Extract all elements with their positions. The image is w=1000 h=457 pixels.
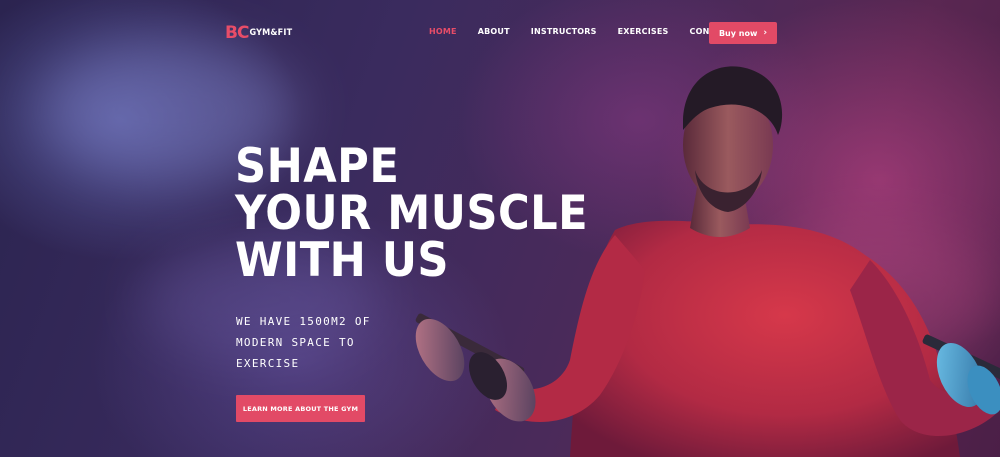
headline-line: SHAPE: [235, 139, 400, 194]
top-navbar: BC GYM&FIT HOME ABOUT INSTRUCTORS EXERCI…: [0, 0, 1000, 64]
buy-now-button[interactable]: Buy now ›: [709, 22, 777, 44]
hero-headline: SHAPE YOUR MUSCLE WITH US: [235, 139, 589, 288]
subtitle-line: MODERN SPACE TO: [236, 336, 355, 349]
hero-subtitle: WE HAVE 1500M2 OF MODERN SPACE TO EXERCI…: [236, 311, 396, 374]
buy-now-label: Buy now: [718, 28, 758, 38]
main-menu: HOME ABOUT INSTRUCTORS EXERCISES CONTACT: [429, 27, 754, 36]
nav-link-exercises[interactable]: EXERCISES: [618, 27, 669, 36]
nav-link-about[interactable]: ABOUT: [478, 27, 510, 36]
hero-section: BC GYM&FIT HOME ABOUT INSTRUCTORS EXERCI…: [0, 0, 1000, 457]
brand-logo[interactable]: BC GYM&FIT: [225, 23, 292, 43]
chevron-right-icon: ›: [763, 28, 768, 38]
headline-line: YOUR MUSCLE: [235, 186, 589, 241]
nav-link-home[interactable]: HOME: [429, 27, 457, 36]
nav-link-instructors[interactable]: INSTRUCTORS: [531, 27, 597, 36]
headline-line: WITH US: [235, 233, 450, 288]
subtitle-line: WE HAVE 1500M2 OF: [236, 315, 371, 328]
subtitle-line: EXERCISE: [236, 357, 300, 370]
logo-mark: BC: [225, 23, 249, 43]
learn-more-button[interactable]: LEARN MORE ABOUT THE GYM: [236, 395, 365, 422]
logo-text: GYM&FIT: [249, 28, 293, 38]
